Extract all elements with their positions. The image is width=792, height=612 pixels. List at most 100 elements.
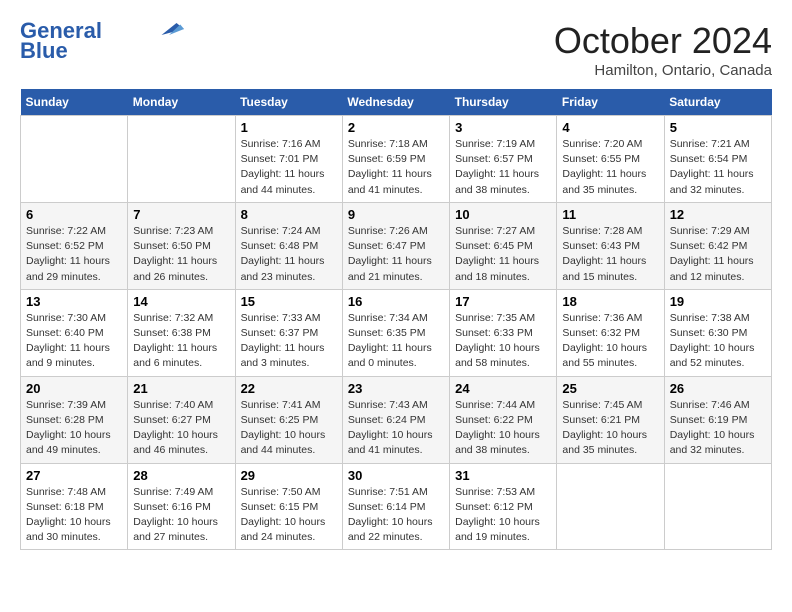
weekday-header-row: SundayMondayTuesdayWednesdayThursdayFrid…: [21, 89, 772, 116]
day-info: Sunrise: 7:22 AMSunset: 6:52 PMDaylight:…: [26, 224, 122, 285]
day-info: Sunrise: 7:30 AMSunset: 6:40 PMDaylight:…: [26, 311, 122, 372]
logo-icon: [154, 20, 184, 38]
day-number: 15: [241, 294, 337, 309]
day-info: Sunrise: 7:39 AMSunset: 6:28 PMDaylight:…: [26, 398, 122, 459]
day-info: Sunrise: 7:26 AMSunset: 6:47 PMDaylight:…: [348, 224, 444, 285]
day-number: 13: [26, 294, 122, 309]
day-number: 31: [455, 468, 551, 483]
calendar-cell: 19 Sunrise: 7:38 AMSunset: 6:30 PMDayligh…: [664, 289, 771, 376]
month-title: October 2024: [554, 20, 772, 62]
calendar-cell: 28 Sunrise: 7:49 AMSunset: 6:16 PMDayligh…: [128, 463, 235, 550]
calendar-cell: 12Sunrise: 7:29 AMSunset: 6:42 PMDayligh…: [664, 202, 771, 289]
day-number: 18: [562, 294, 658, 309]
calendar-cell: 17 Sunrise: 7:35 AMSunset: 6:33 PMDayligh…: [450, 289, 557, 376]
calendar-cell: 24 Sunrise: 7:44 AMSunset: 6:22 PMDayligh…: [450, 376, 557, 463]
calendar-cell: [664, 463, 771, 550]
day-info: Sunrise: 7:35 AMSunset: 6:33 PMDaylight:…: [455, 311, 551, 372]
day-info: Sunrise: 7:43 AMSunset: 6:24 PMDaylight:…: [348, 398, 444, 459]
weekday-header-friday: Friday: [557, 89, 664, 116]
day-number: 16: [348, 294, 444, 309]
day-number: 21: [133, 381, 229, 396]
calendar-cell: 10 Sunrise: 7:27 AMSunset: 6:45 PMDayligh…: [450, 202, 557, 289]
day-info: Sunrise: 7:49 AMSunset: 6:16 PMDaylight:…: [133, 485, 229, 546]
day-number: 11: [562, 207, 658, 222]
day-number: 10: [455, 207, 551, 222]
day-info: Sunrise: 7:21 AMSunset: 6:54 PMDaylight:…: [670, 137, 766, 198]
day-info: Sunrise: 7:33 AMSunset: 6:37 PMDaylight:…: [241, 311, 337, 372]
day-number: 27: [26, 468, 122, 483]
day-number: 9: [348, 207, 444, 222]
calendar-cell: 14 Sunrise: 7:32 AMSunset: 6:38 PMDayligh…: [128, 289, 235, 376]
day-info: Sunrise: 7:27 AMSunset: 6:45 PMDaylight:…: [455, 224, 551, 285]
calendar-cell: 22 Sunrise: 7:41 AMSunset: 6:25 PMDayligh…: [235, 376, 342, 463]
calendar-week-5: 27 Sunrise: 7:48 AMSunset: 6:18 PMDayligh…: [21, 463, 772, 550]
calendar-cell: 27 Sunrise: 7:48 AMSunset: 6:18 PMDayligh…: [21, 463, 128, 550]
calendar-cell: 13 Sunrise: 7:30 AMSunset: 6:40 PMDayligh…: [21, 289, 128, 376]
day-info: Sunrise: 7:48 AMSunset: 6:18 PMDaylight:…: [26, 485, 122, 546]
calendar-cell: 20 Sunrise: 7:39 AMSunset: 6:28 PMDayligh…: [21, 376, 128, 463]
day-number: 22: [241, 381, 337, 396]
weekday-header-monday: Monday: [128, 89, 235, 116]
day-info: Sunrise: 7:40 AMSunset: 6:27 PMDaylight:…: [133, 398, 229, 459]
calendar-cell: 16Sunrise: 7:34 AMSunset: 6:35 PMDayligh…: [342, 289, 449, 376]
day-number: 3: [455, 120, 551, 135]
day-info: Sunrise: 7:19 AMSunset: 6:57 PMDaylight:…: [455, 137, 551, 198]
day-info: Sunrise: 7:16 AMSunset: 7:01 PMDaylight:…: [241, 137, 337, 198]
day-number: 14: [133, 294, 229, 309]
calendar-cell: [21, 116, 128, 203]
location: Hamilton, Ontario, Canada: [554, 62, 772, 79]
calendar-cell: 29Sunrise: 7:50 AMSunset: 6:15 PMDayligh…: [235, 463, 342, 550]
day-info: Sunrise: 7:36 AMSunset: 6:32 PMDaylight:…: [562, 311, 658, 372]
calendar-cell: 18 Sunrise: 7:36 AMSunset: 6:32 PMDayligh…: [557, 289, 664, 376]
logo: General Blue: [20, 20, 184, 62]
weekday-header-thursday: Thursday: [450, 89, 557, 116]
calendar-cell: 8Sunrise: 7:24 AMSunset: 6:48 PMDaylight…: [235, 202, 342, 289]
calendar-week-3: 13 Sunrise: 7:30 AMSunset: 6:40 PMDayligh…: [21, 289, 772, 376]
day-info: Sunrise: 7:38 AMSunset: 6:30 PMDaylight:…: [670, 311, 766, 372]
page-header: General Blue October 2024 Hamilton, Onta…: [20, 20, 772, 79]
calendar-cell: [128, 116, 235, 203]
day-info: Sunrise: 7:28 AMSunset: 6:43 PMDaylight:…: [562, 224, 658, 285]
weekday-header-wednesday: Wednesday: [342, 89, 449, 116]
day-number: 2: [348, 120, 444, 135]
calendar-cell: 2 Sunrise: 7:18 AMSunset: 6:59 PMDaylight…: [342, 116, 449, 203]
day-info: Sunrise: 7:44 AMSunset: 6:22 PMDaylight:…: [455, 398, 551, 459]
calendar-cell: 3 Sunrise: 7:19 AMSunset: 6:57 PMDaylight…: [450, 116, 557, 203]
day-number: 20: [26, 381, 122, 396]
day-info: Sunrise: 7:20 AMSunset: 6:55 PMDaylight:…: [562, 137, 658, 198]
calendar-cell: [557, 463, 664, 550]
day-number: 8: [241, 207, 337, 222]
title-block: October 2024 Hamilton, Ontario, Canada: [554, 20, 772, 79]
day-number: 28: [133, 468, 229, 483]
day-info: Sunrise: 7:51 AMSunset: 6:14 PMDaylight:…: [348, 485, 444, 546]
calendar-cell: 15 Sunrise: 7:33 AMSunset: 6:37 PMDayligh…: [235, 289, 342, 376]
day-number: 30: [348, 468, 444, 483]
calendar-cell: 6 Sunrise: 7:22 AMSunset: 6:52 PMDaylight…: [21, 202, 128, 289]
weekday-header-tuesday: Tuesday: [235, 89, 342, 116]
day-info: Sunrise: 7:29 AMSunset: 6:42 PMDaylight:…: [670, 224, 766, 285]
day-number: 25: [562, 381, 658, 396]
weekday-header-saturday: Saturday: [664, 89, 771, 116]
logo-blue: Blue: [20, 40, 68, 62]
day-info: Sunrise: 7:18 AMSunset: 6:59 PMDaylight:…: [348, 137, 444, 198]
day-info: Sunrise: 7:32 AMSunset: 6:38 PMDaylight:…: [133, 311, 229, 372]
day-info: Sunrise: 7:41 AMSunset: 6:25 PMDaylight:…: [241, 398, 337, 459]
day-info: Sunrise: 7:50 AMSunset: 6:15 PMDaylight:…: [241, 485, 337, 546]
day-number: 24: [455, 381, 551, 396]
calendar-cell: 23Sunrise: 7:43 AMSunset: 6:24 PMDayligh…: [342, 376, 449, 463]
calendar-table: SundayMondayTuesdayWednesdayThursdayFrid…: [20, 89, 772, 550]
day-number: 6: [26, 207, 122, 222]
calendar-cell: 31 Sunrise: 7:53 AMSunset: 6:12 PMDayligh…: [450, 463, 557, 550]
calendar-cell: 7Sunrise: 7:23 AMSunset: 6:50 PMDaylight…: [128, 202, 235, 289]
day-number: 19: [670, 294, 766, 309]
calendar-cell: 25Sunrise: 7:45 AMSunset: 6:21 PMDayligh…: [557, 376, 664, 463]
day-number: 17: [455, 294, 551, 309]
day-number: 5: [670, 120, 766, 135]
day-info: Sunrise: 7:53 AMSunset: 6:12 PMDaylight:…: [455, 485, 551, 546]
day-number: 26: [670, 381, 766, 396]
calendar-cell: 26Sunrise: 7:46 AMSunset: 6:19 PMDayligh…: [664, 376, 771, 463]
calendar-cell: 1Sunrise: 7:16 AMSunset: 7:01 PMDaylight…: [235, 116, 342, 203]
calendar-cell: 9 Sunrise: 7:26 AMSunset: 6:47 PMDaylight…: [342, 202, 449, 289]
weekday-header-sunday: Sunday: [21, 89, 128, 116]
calendar-cell: 5 Sunrise: 7:21 AMSunset: 6:54 PMDaylight…: [664, 116, 771, 203]
